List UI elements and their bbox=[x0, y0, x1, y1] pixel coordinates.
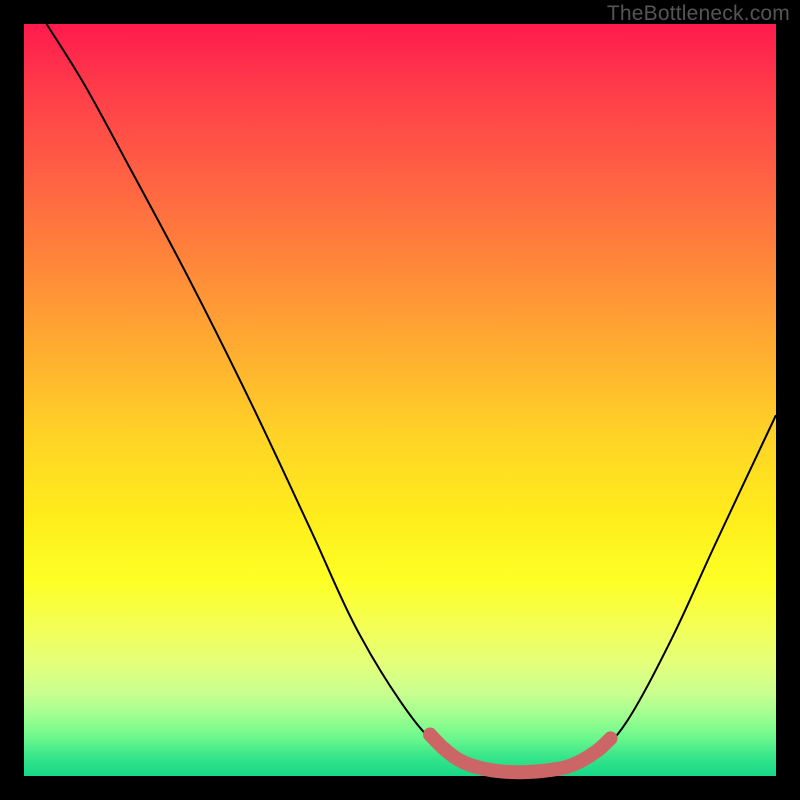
threshold-band bbox=[430, 735, 610, 773]
watermark-text: TheBottleneck.com bbox=[607, 2, 790, 26]
threshold-marker bbox=[438, 743, 452, 757]
chart-svg bbox=[24, 24, 776, 776]
curve-line bbox=[47, 24, 776, 772]
chart-frame: TheBottleneck.com bbox=[0, 0, 800, 800]
threshold-marker bbox=[423, 728, 437, 742]
plot-area bbox=[24, 24, 776, 776]
